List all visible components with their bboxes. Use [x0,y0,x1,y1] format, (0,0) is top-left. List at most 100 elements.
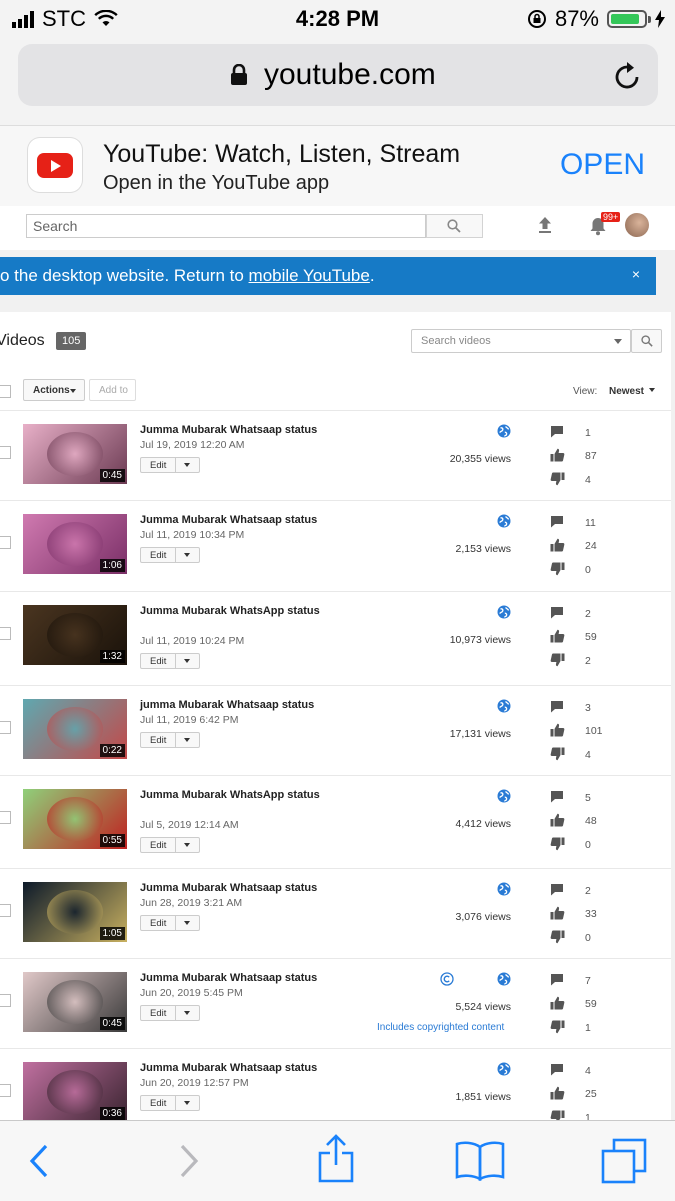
edit-button[interactable]: Edit [140,457,200,473]
video-checkbox[interactable] [0,721,11,734]
video-row[interactable]: 0:55 Jumma Mubarak WhatsApp status Jul 5, … [0,775,671,869]
search-videos-button[interactable] [631,329,662,353]
video-checkbox[interactable] [0,627,11,640]
video-checkbox[interactable] [0,811,11,824]
video-title[interactable]: Jumma Mubarak Whatsaap status [140,1061,320,1076]
tabs-icon[interactable] [600,1137,648,1185]
globe-icon [497,424,511,443]
mobile-youtube-link[interactable]: mobile YouTube [249,266,370,285]
video-title[interactable]: Jumma Mubarak Whatsaap status [140,423,320,438]
globe-icon [497,699,511,718]
open-app-button[interactable]: OPEN [560,148,645,182]
video-thumbnail[interactable]: 1:05 [23,882,127,942]
reload-icon[interactable] [614,60,642,90]
chevron-down-icon[interactable] [184,738,190,742]
video-title[interactable]: jumma Mubarak Whatsaap status [140,698,320,713]
like-count: 48 [585,815,597,827]
comment-count: 2 [585,885,591,897]
actions-dropdown[interactable]: Actions [23,379,85,401]
search-button[interactable] [426,214,483,238]
share-icon[interactable] [316,1133,356,1183]
dislike-icon [550,562,565,581]
video-row[interactable]: 1:05 Jumma Mubarak Whatsaap status Jun 28,… [0,868,671,959]
chevron-down-icon [70,389,76,393]
chevron-down-icon[interactable] [184,921,190,925]
dislike-icon [550,747,565,766]
video-checkbox[interactable] [0,994,11,1007]
dislike-count: 0 [585,839,591,851]
search-input[interactable]: Search [26,214,426,238]
video-row[interactable]: 0:22 jumma Mubarak Whatsaap status Jul 11,… [0,685,671,776]
dislike-icon [550,1020,565,1039]
search-videos-input[interactable]: Search videos [411,329,631,353]
video-row[interactable]: 1:32 Jumma Mubarak WhatsApp status Jul 11,… [0,591,671,686]
video-title[interactable]: Jumma Mubarak Whatsaap status [140,513,320,528]
globe-icon [497,882,511,901]
notifications-button[interactable]: 99+ [589,212,621,241]
edit-button[interactable]: Edit [140,915,200,931]
comment-count: 4 [585,1065,591,1077]
chevron-down-icon[interactable] [184,659,190,663]
video-checkbox[interactable] [0,536,11,549]
back-icon[interactable] [28,1143,50,1179]
video-thumbnail[interactable]: 0:22 [23,699,127,759]
like-icon [550,723,565,742]
add-to-button[interactable]: Add to [89,379,136,401]
address-bar[interactable]: youtube.com [18,44,658,106]
browser-address-area: youtube.com [0,40,675,125]
video-checkbox[interactable] [0,904,11,917]
dislike-icon [550,653,565,672]
edit-label: Edit [150,918,167,929]
video-row[interactable]: 0:36 Jumma Mubarak Whatsaap status Jun 20,… [0,1048,671,1120]
chevron-down-icon[interactable] [184,553,190,557]
video-title[interactable]: Jumma Mubarak WhatsApp status [140,604,320,619]
bookmarks-icon[interactable] [454,1139,506,1181]
like-icon [550,996,565,1015]
video-title[interactable]: Jumma Mubarak Whatsaap status [140,971,320,986]
edit-button[interactable]: Edit [140,732,200,748]
comment-icon [550,1063,564,1081]
video-thumbnail[interactable]: 0:45 [23,972,127,1032]
edit-button[interactable]: Edit [140,653,200,669]
video-row[interactable]: 1:06 Jumma Mubarak Whatsaap status Jul 11,… [0,500,671,592]
sort-dropdown[interactable]: Newest [609,386,655,397]
forward-icon[interactable] [178,1143,200,1179]
comment-count: 7 [585,975,591,987]
video-thumbnail[interactable]: 0:55 [23,789,127,849]
chevron-down-icon[interactable] [184,1011,190,1015]
select-all-checkbox[interactable] [0,385,11,398]
copyright-note[interactable]: Includes copyrighted content [377,1022,504,1033]
chevron-down-icon[interactable] [184,843,190,847]
video-views: 20,355 views [449,453,511,465]
upload-icon[interactable] [537,216,553,234]
comment-count: 11 [585,517,596,529]
video-thumbnail[interactable]: 1:06 [23,514,127,574]
like-icon [550,906,565,925]
dislike-icon [550,930,565,949]
video-views: 17,131 views [449,728,511,740]
chevron-down-icon[interactable] [614,339,622,344]
search-icon [447,219,461,233]
video-title[interactable]: Jumma Mubarak WhatsApp status [140,788,320,803]
avatar[interactable] [625,213,649,237]
edit-button[interactable]: Edit [140,1005,200,1021]
edit-button[interactable]: Edit [140,837,200,853]
video-title[interactable]: Jumma Mubarak Whatsaap status [140,881,320,896]
video-checkbox[interactable] [0,446,11,459]
video-thumbnail[interactable]: 0:36 [23,1062,127,1120]
chevron-down-icon[interactable] [184,463,190,467]
video-thumbnail[interactable]: 0:45 [23,424,127,484]
app-banner-title: YouTube: Watch, Listen, Stream [103,140,461,168]
video-checkbox[interactable] [0,1084,11,1097]
video-duration: 1:32 [99,650,125,663]
video-thumbnail[interactable]: 1:32 [23,605,127,665]
video-row[interactable]: 0:45 Jumma Mubarak Whatsaap status Jul 19,… [0,410,671,501]
chevron-down-icon[interactable] [184,1101,190,1105]
videos-panel: Videos 105 Search videos Actions Add to … [0,312,671,1120]
comment-icon [550,606,564,624]
edit-button[interactable]: Edit [140,1095,200,1111]
close-notice-button[interactable]: × [632,266,640,282]
edit-button[interactable]: Edit [140,547,200,563]
video-date: Jul 5, 2019 12:14 AM [140,819,239,831]
video-row[interactable]: 0:45 Jumma Mubarak Whatsaap status Jun 20,… [0,958,671,1049]
